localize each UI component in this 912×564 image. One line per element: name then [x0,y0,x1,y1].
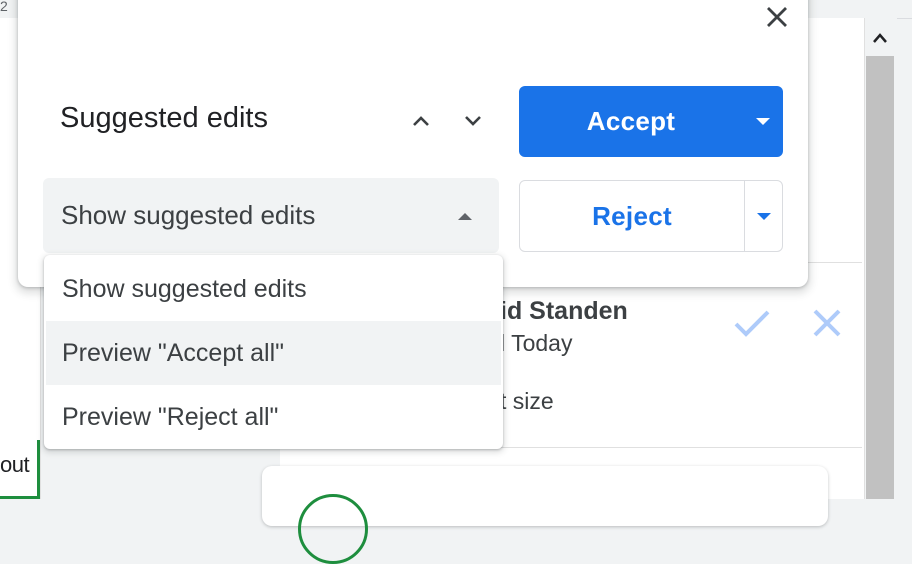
accept-button[interactable]: Accept [519,86,783,157]
next-suggestion-button[interactable] [458,106,488,136]
scrollbar-thumb[interactable] [866,56,894,499]
menu-item-label: Show suggested edits [62,274,307,303]
caret-down-icon [756,118,770,125]
scroll-up-icon[interactable] [868,26,892,50]
close-icon[interactable] [810,306,844,340]
comment-time: l Today [500,330,573,356]
menu-item-preview-accept-all[interactable]: Preview "Accept all" [46,321,501,385]
view-mode-menu: Show suggested edits Preview "Accept all… [44,255,503,449]
menu-item-label: Preview "Accept all" [62,338,284,367]
accept-label: Accept [586,106,676,136]
view-mode-value: Show suggested edits [61,200,316,230]
chevron-up-icon [413,116,429,126]
accept-options-button[interactable] [743,86,783,157]
document-text-fragment: out [0,452,30,477]
comment-author: id Standen [500,297,628,325]
caret-up-icon [453,206,477,226]
menu-item-label: Preview "Reject all" [62,402,279,431]
comment-text: t size [500,388,554,414]
previous-suggestion-button[interactable] [406,106,436,136]
reject-options-button[interactable] [745,181,782,251]
reject-label: Reject [592,200,672,231]
ruler-number: 2 [0,0,8,14]
reject-button[interactable]: Reject [519,180,783,252]
avatar [298,494,368,564]
menu-item-preview-reject-all[interactable]: Preview "Reject all" [46,385,501,449]
chevron-down-icon [465,116,481,126]
caret-down-icon [756,212,771,220]
close-button[interactable] [760,0,794,34]
check-icon[interactable] [732,306,772,340]
view-mode-select[interactable]: Show suggested edits [43,178,499,253]
comment-card[interactable] [262,466,828,564]
menu-item-show-suggested-edits[interactable]: Show suggested edits [46,257,501,321]
close-icon [767,7,787,27]
suggested-edits-dialog: Suggested edits Accept Show suggested ed… [18,0,808,287]
dialog-title: Suggested edits [60,102,268,134]
